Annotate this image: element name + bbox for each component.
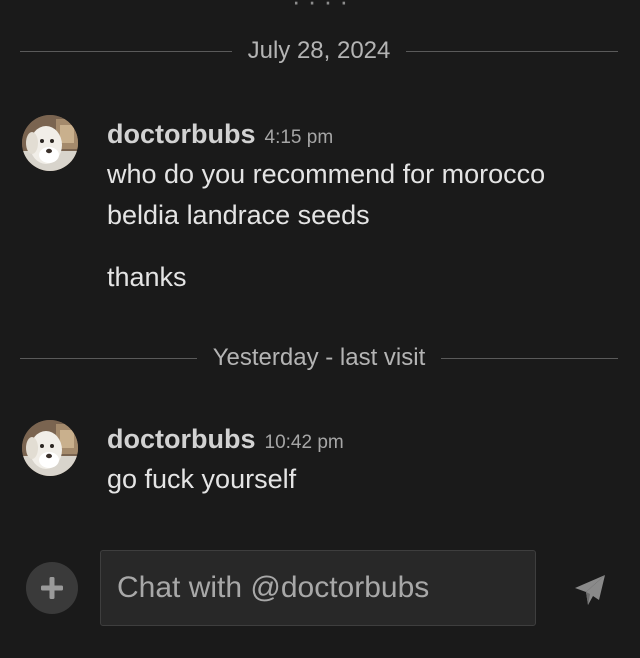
divider-line xyxy=(441,357,618,359)
message-text: who do you recommend for morocco beldia … xyxy=(107,159,546,230)
username[interactable]: doctorbubs xyxy=(107,119,256,150)
message-body: doctorbubs 10:42 pm go fuck yourself xyxy=(107,424,617,500)
message-header: doctorbubs 4:15 pm xyxy=(107,119,617,153)
last-visit-divider: Yesterday - last visit xyxy=(20,343,618,373)
date-divider-label: July 28, 2024 xyxy=(247,37,391,64)
paper-plane-icon xyxy=(575,575,605,605)
chat-input[interactable] xyxy=(100,550,536,626)
dog-avatar-image xyxy=(22,420,78,476)
divider-line xyxy=(406,50,618,52)
avatar[interactable] xyxy=(22,115,78,171)
message-text: go fuck yourself xyxy=(107,464,297,494)
previous-message-fragment: · · · · xyxy=(291,0,349,16)
divider-line xyxy=(20,50,232,52)
message-timestamp: 10:42 pm xyxy=(264,432,344,453)
divider-line xyxy=(20,357,197,359)
chat-page: · · · · July 28, 2024 doctorbubs 4:15 pm… xyxy=(0,0,640,658)
dog-avatar-image xyxy=(22,115,78,171)
add-attachment-button[interactable] xyxy=(26,562,78,614)
date-divider: July 28, 2024 xyxy=(20,36,618,66)
message-header: doctorbubs 10:42 pm xyxy=(107,424,617,458)
message-timestamp: 4:15 pm xyxy=(264,127,334,148)
avatar[interactable] xyxy=(22,420,78,476)
message-text: thanks xyxy=(107,262,187,292)
message-body: doctorbubs 4:15 pm who do you recommend … xyxy=(107,119,617,298)
username[interactable]: doctorbubs xyxy=(107,424,256,455)
message-composer xyxy=(0,548,640,628)
send-button[interactable] xyxy=(570,570,610,610)
last-visit-divider-label: Yesterday - last visit xyxy=(212,344,426,371)
plus-icon xyxy=(41,577,63,599)
